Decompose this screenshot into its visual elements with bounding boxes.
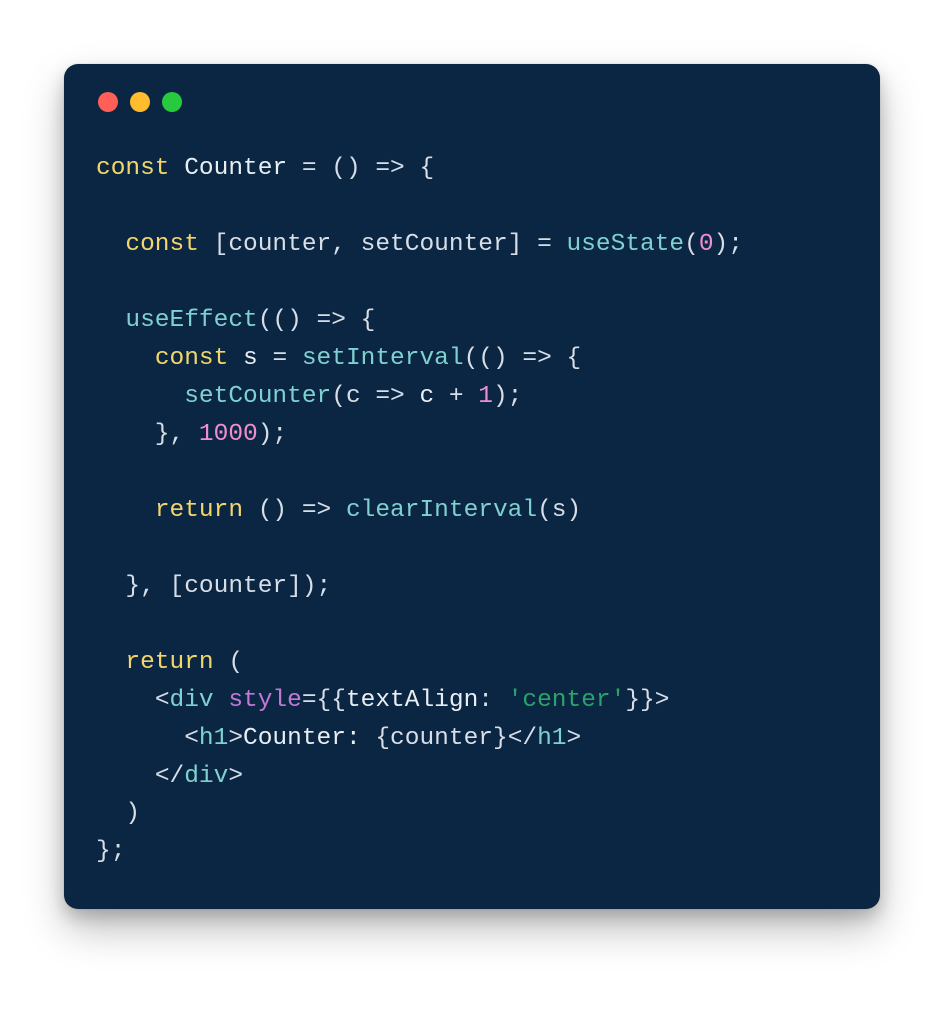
code-token — [96, 345, 155, 372]
code-token: = — [272, 345, 301, 372]
code-token: }, — [96, 421, 199, 448]
code-token: ) — [96, 800, 140, 827]
code-token: const — [96, 155, 184, 182]
code-token: => — [375, 383, 419, 410]
code-token: ); — [258, 421, 287, 448]
code-token: ); — [493, 383, 522, 410]
code-token: ={{ — [302, 687, 346, 714]
code-token — [96, 231, 125, 258]
code-token: [counter, setCounter] — [214, 231, 537, 258]
code-token: 'center' — [508, 687, 626, 714]
code-token: > — [228, 763, 243, 790]
code-token — [96, 763, 155, 790]
code-token: style — [228, 687, 302, 714]
code-token: : — [478, 687, 507, 714]
code-token: setCounter — [184, 383, 331, 410]
code-token: < — [184, 725, 199, 752]
code-token: </ — [508, 725, 537, 752]
code-token — [96, 687, 155, 714]
code-card: const Counter = () => { const [counter, … — [64, 64, 880, 909]
code-token: {counter} — [375, 725, 507, 752]
code-token: 0 — [699, 231, 714, 258]
code-token: = — [302, 155, 331, 182]
code-token: (() — [464, 345, 523, 372]
code-token: clearInterval — [346, 497, 537, 524]
code-token: => — [302, 497, 346, 524]
code-token: ( — [228, 649, 243, 676]
code-block: const Counter = () => { const [counter, … — [92, 150, 852, 875]
code-token: 1000 — [199, 421, 258, 448]
code-token: s — [243, 345, 272, 372]
code-token: </ — [155, 763, 184, 790]
code-token: => — [522, 345, 566, 372]
minimize-icon[interactable] — [130, 92, 150, 112]
stage: const Counter = () => { const [counter, … — [0, 0, 944, 1024]
code-token: (c — [331, 383, 375, 410]
code-token: 1 — [478, 383, 493, 410]
code-token: ( — [684, 231, 699, 258]
code-token: h1 — [199, 725, 228, 752]
code-token: setInterval — [302, 345, 464, 372]
code-token: { — [419, 155, 434, 182]
code-token: < — [155, 687, 170, 714]
code-token: textAlign — [346, 687, 478, 714]
code-token: (() — [258, 307, 317, 334]
code-token: }; — [96, 838, 125, 865]
code-token: const — [155, 345, 243, 372]
code-token: { — [567, 345, 582, 372]
code-token: const — [125, 231, 213, 258]
code-token: }}> — [625, 687, 669, 714]
zoom-icon[interactable] — [162, 92, 182, 112]
code-token: }, [counter]); — [96, 573, 331, 600]
code-token: return — [125, 649, 228, 676]
code-token: { — [361, 307, 376, 334]
code-token: Counter: — [243, 725, 375, 752]
code-token: + — [449, 383, 478, 410]
code-token: h1 — [537, 725, 566, 752]
code-token: => — [317, 307, 361, 334]
code-token: Counter — [184, 155, 302, 182]
window-controls — [98, 92, 852, 112]
code-token: = — [537, 231, 566, 258]
code-token: => — [375, 155, 419, 182]
code-token: > — [228, 725, 243, 752]
close-icon[interactable] — [98, 92, 118, 112]
code-token: () — [258, 497, 302, 524]
code-token: c — [419, 383, 448, 410]
code-token: () — [331, 155, 375, 182]
code-token — [96, 383, 184, 410]
code-token: return — [155, 497, 258, 524]
code-token — [96, 649, 125, 676]
code-token: div — [184, 763, 228, 790]
code-token: ); — [714, 231, 743, 258]
code-token: > — [567, 725, 582, 752]
code-token: useEffect — [125, 307, 257, 334]
code-token — [96, 497, 155, 524]
code-token — [96, 307, 125, 334]
code-token: div — [170, 687, 229, 714]
code-token: useState — [566, 231, 684, 258]
code-token — [96, 725, 184, 752]
code-token: (s) — [537, 497, 581, 524]
